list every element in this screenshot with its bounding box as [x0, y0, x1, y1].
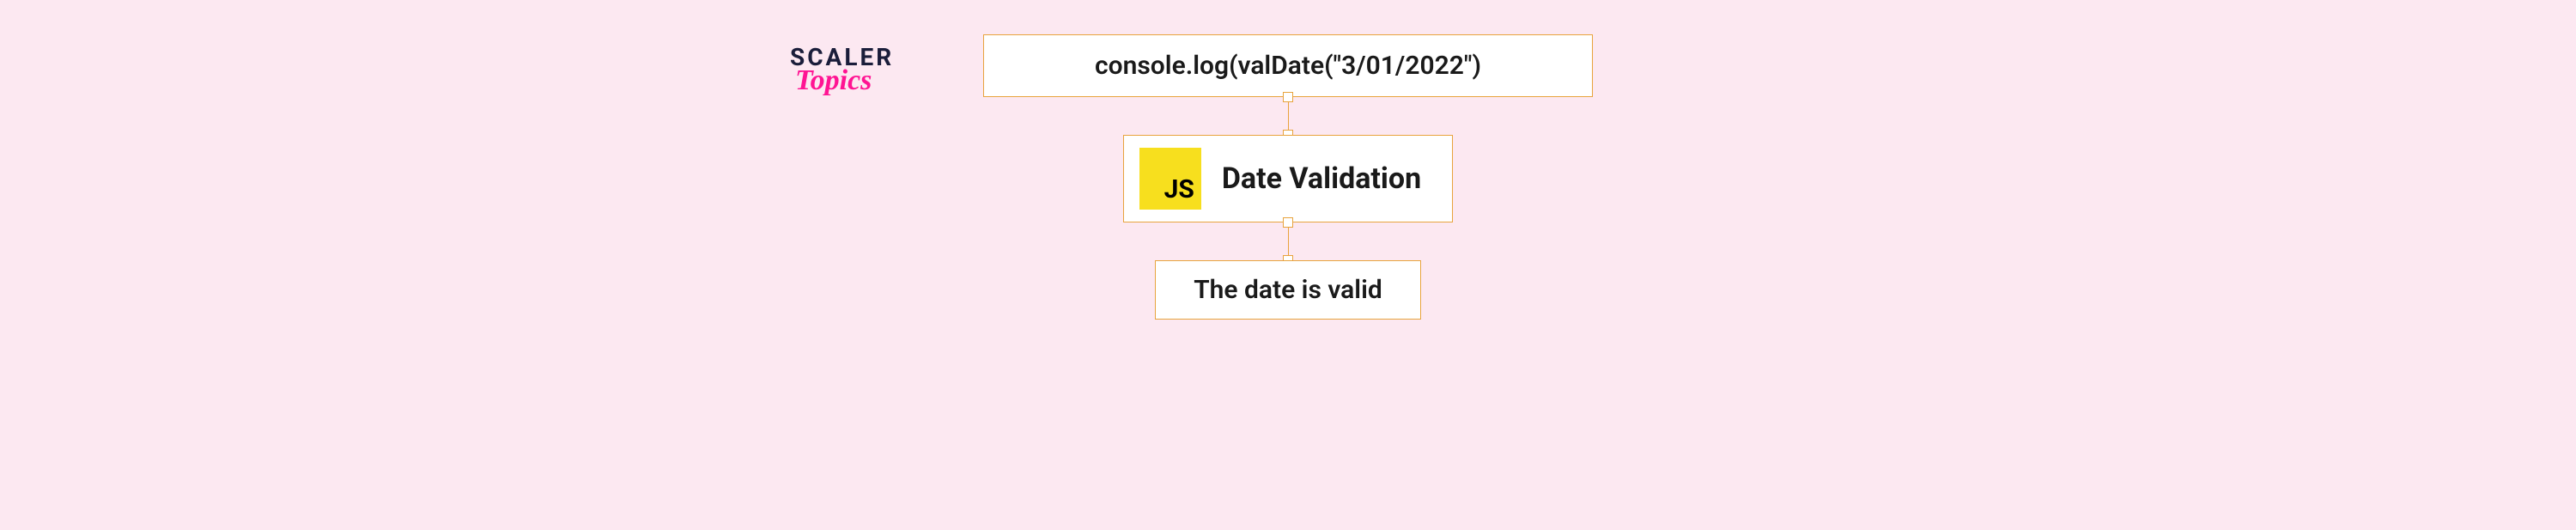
logo-topics-text: Topics — [795, 64, 872, 97]
brand-logo: SCALER Topics — [790, 43, 894, 97]
result-text: The date is valid — [1194, 275, 1382, 305]
flow-diagram: console.log(valDate("3/01/2022") JS Date… — [983, 34, 1593, 320]
js-badge-text: JS — [1164, 174, 1194, 204]
connector-bottom — [1288, 222, 1289, 260]
validation-step-box: JS Date Validation — [1123, 135, 1453, 222]
connector-top — [1288, 97, 1289, 135]
code-text: console.log(valDate("3/01/2022") — [1095, 51, 1481, 81]
result-box: The date is valid — [1155, 260, 1421, 320]
validation-label: Date Validation — [1222, 161, 1421, 196]
js-icon: JS — [1139, 148, 1201, 210]
code-input-box: console.log(valDate("3/01/2022") — [983, 34, 1593, 97]
